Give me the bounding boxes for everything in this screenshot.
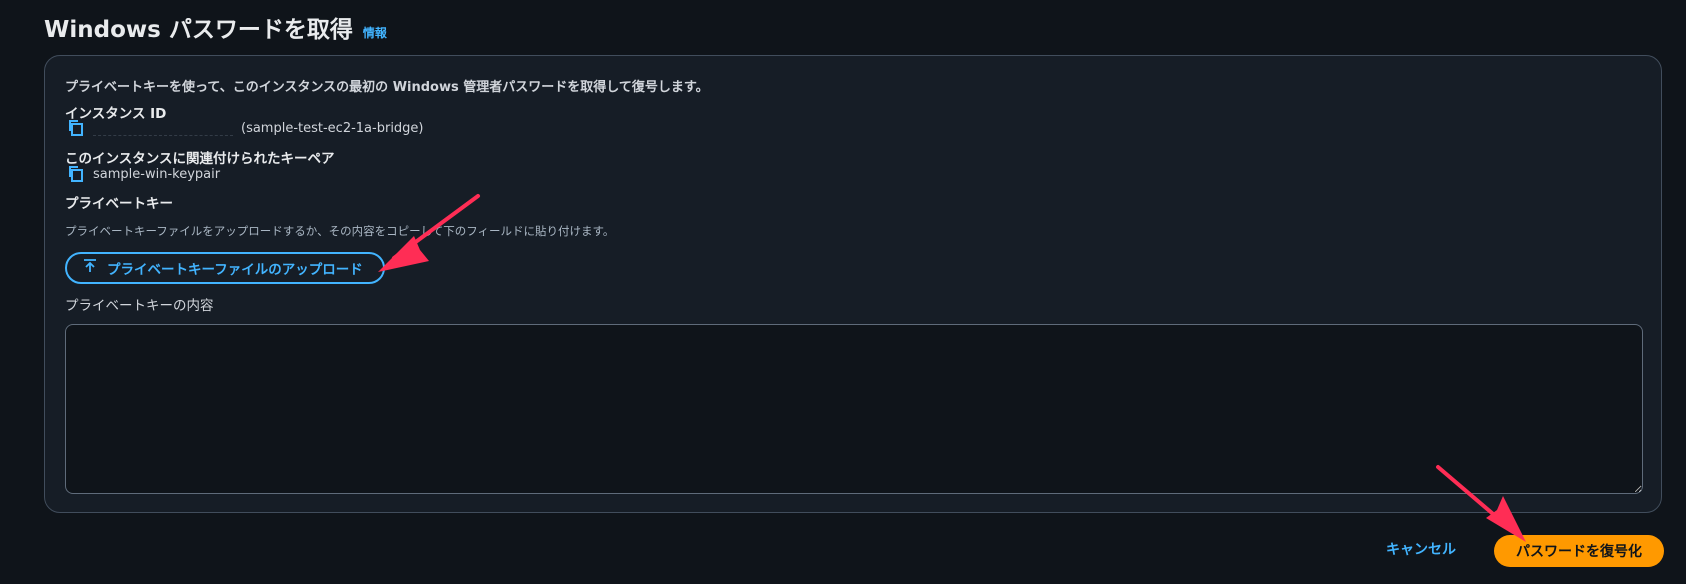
key-contents-label: プライベートキーの内容	[65, 298, 214, 314]
keypair-label: このインスタンスに関連付けられたキーペア	[65, 151, 335, 167]
decrypt-password-button[interactable]: パスワードを復号化	[1494, 535, 1664, 567]
info-link[interactable]: 情報	[363, 24, 387, 41]
panel-description: プライベートキーを使って、このインスタンスの最初の Windows 管理者パスワ…	[65, 80, 709, 95]
instance-name: (sample-test-ec2-1a-bridge)	[241, 120, 424, 136]
page-header: Windows パスワードを取得 情報	[44, 10, 387, 44]
cancel-button[interactable]: キャンセル	[1386, 539, 1456, 559]
upload-icon	[83, 259, 97, 277]
keypair-value: sample-win-keypair	[93, 166, 221, 182]
upload-private-key-button[interactable]: プライベートキーファイルのアップロード	[65, 252, 385, 284]
masked-instance-id	[93, 121, 233, 136]
copy-icon[interactable]	[67, 165, 85, 183]
get-password-panel: プライベートキーを使って、このインスタンスの最初の Windows 管理者パスワ…	[44, 55, 1662, 513]
private-key-hint: プライベートキーファイルをアップロードするか、その内容をコピーして下のフィールド…	[65, 224, 615, 238]
keypair-row: sample-win-keypair	[67, 165, 220, 183]
instance-id-row: (sample-test-ec2-1a-bridge)	[67, 119, 424, 137]
copy-icon[interactable]	[67, 119, 85, 137]
upload-button-label: プライベートキーファイルのアップロード	[107, 262, 363, 278]
page-title: Windows パスワードを取得	[44, 17, 353, 43]
private-key-contents-textarea[interactable]	[65, 324, 1643, 494]
private-key-label: プライベートキー	[65, 196, 173, 212]
